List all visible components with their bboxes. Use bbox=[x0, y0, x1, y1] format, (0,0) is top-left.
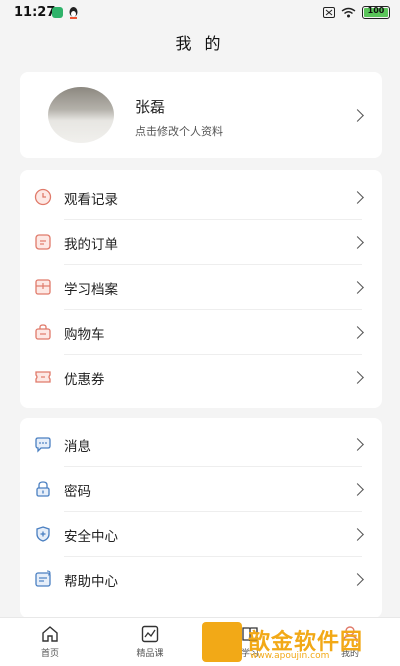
menu-item-help-center[interactable]: 帮助中心 bbox=[20, 557, 382, 602]
status-right-icons: 100 bbox=[323, 6, 390, 19]
menu-item-password[interactable]: 密码 bbox=[20, 467, 382, 512]
chevron-right-icon bbox=[351, 573, 364, 586]
shield-icon bbox=[36, 526, 50, 542]
menu-item-label: 学习档案 bbox=[64, 282, 118, 298]
home-icon bbox=[42, 626, 58, 642]
status-bar: 11:27 100 bbox=[0, 0, 400, 26]
cart-icon bbox=[35, 324, 51, 340]
menu-item-label: 消息 bbox=[64, 439, 91, 455]
chevron-right-icon bbox=[351, 371, 364, 384]
clock-icon bbox=[34, 188, 52, 206]
tab-home[interactable]: 首页 bbox=[20, 624, 80, 659]
chevron-right-icon bbox=[351, 438, 364, 451]
battery-icon: 100 bbox=[362, 6, 390, 19]
menu-item-label: 优惠券 bbox=[64, 372, 105, 388]
page-title: 我 的 bbox=[175, 34, 225, 53]
profile-card[interactable]: 张磊 点击修改个人资料 bbox=[20, 72, 382, 158]
menu-group-account: 观看记录 我的订单 学习档案 购物车 优惠券 bbox=[20, 170, 382, 408]
chevron-right-icon bbox=[351, 528, 364, 541]
chevron-right-icon bbox=[351, 326, 364, 339]
tab-label: 首页 bbox=[40, 649, 59, 659]
chevron-right-icon bbox=[351, 281, 364, 294]
menu-item-study-archive[interactable]: 学习档案 bbox=[20, 265, 382, 310]
menu-group-settings: 消息 密码 安全中心 帮助中心 bbox=[20, 418, 382, 618]
menu-item-shopping-cart[interactable]: 购物车 bbox=[20, 310, 382, 355]
sim-icon bbox=[323, 7, 335, 18]
menu-item-security-center[interactable]: 安全中心 bbox=[20, 512, 382, 557]
tab-featured-courses[interactable]: 精品课 bbox=[120, 624, 180, 659]
menu-item-label: 帮助中心 bbox=[64, 574, 118, 590]
avatar[interactable] bbox=[48, 87, 114, 143]
menu-item-label: 观看记录 bbox=[64, 192, 118, 208]
tab-label: 精品课 bbox=[136, 649, 164, 659]
watermark-logo bbox=[202, 622, 242, 662]
chevron-right-icon bbox=[351, 191, 364, 204]
menu-item-watch-history[interactable]: 观看记录 bbox=[20, 175, 382, 220]
menu-item-label: 购物车 bbox=[64, 327, 105, 343]
order-icon bbox=[35, 234, 51, 250]
lock-icon bbox=[36, 481, 50, 497]
watermark-url: www.apoujin.com bbox=[250, 651, 330, 661]
chart-icon bbox=[141, 625, 159, 643]
menu-item-coupons[interactable]: 优惠券 bbox=[20, 355, 382, 400]
coupon-icon bbox=[35, 371, 51, 383]
menu-item-label: 密码 bbox=[64, 484, 91, 500]
profile-edit-hint: 点击修改个人资料 bbox=[135, 125, 223, 138]
status-time: 11:27 bbox=[14, 5, 56, 20]
chevron-right-icon bbox=[351, 109, 364, 122]
menu-item-label: 安全中心 bbox=[64, 529, 118, 545]
chevron-right-icon bbox=[351, 483, 364, 496]
menu-item-my-orders[interactable]: 我的订单 bbox=[20, 220, 382, 265]
menu-item-label: 我的订单 bbox=[64, 237, 118, 253]
profile-name: 张磊 bbox=[135, 98, 166, 116]
notification-app-icon bbox=[52, 7, 63, 18]
battery-level: 100 bbox=[367, 6, 385, 15]
wifi-icon bbox=[341, 7, 356, 18]
help-icon bbox=[35, 570, 51, 587]
message-icon bbox=[35, 437, 51, 453]
archive-icon bbox=[35, 279, 51, 295]
watermark-overlay: 歆金软件园 www.apoujin.com bbox=[200, 620, 400, 666]
menu-item-messages[interactable]: 消息 bbox=[20, 422, 382, 467]
qq-penguin-icon bbox=[69, 7, 78, 19]
chevron-right-icon bbox=[351, 236, 364, 249]
